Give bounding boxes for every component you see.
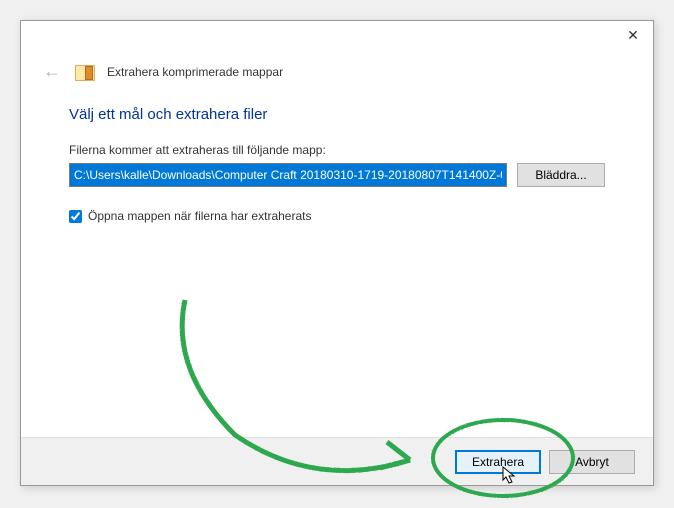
wizard-content: Välj ett mål och extrahera filer Filerna… (21, 96, 653, 437)
cancel-button[interactable]: Avbryt (549, 450, 635, 474)
titlebar: ✕ (21, 21, 653, 55)
wizard-footer: Extrahera Avbryt (21, 437, 653, 485)
close-button[interactable]: ✕ (613, 21, 653, 49)
wizard-header: ← Extrahera komprimerade mappar (21, 55, 653, 96)
path-label: Filerna kommer att extraheras till följa… (69, 143, 605, 157)
back-arrow-icon: ← (43, 61, 61, 82)
close-icon: ✕ (627, 27, 639, 44)
wizard-title: Extrahera komprimerade mappar (107, 65, 283, 79)
instruction-heading: Välj ett mål och extrahera filer (69, 106, 605, 123)
destination-path-input[interactable] (69, 163, 507, 187)
open-folder-checkbox[interactable] (69, 210, 82, 223)
extract-wizard-dialog: ✕ ← Extrahera komprimerade mappar Välj e… (20, 20, 654, 486)
extract-button[interactable]: Extrahera (455, 450, 541, 474)
open-folder-option: Öppna mappen när filerna har extraherats (69, 209, 605, 223)
path-row: Bläddra... (69, 163, 605, 187)
open-folder-label: Öppna mappen när filerna har extraherats (88, 209, 311, 223)
compressed-folder-icon (75, 64, 93, 80)
browse-button[interactable]: Bläddra... (517, 163, 605, 187)
